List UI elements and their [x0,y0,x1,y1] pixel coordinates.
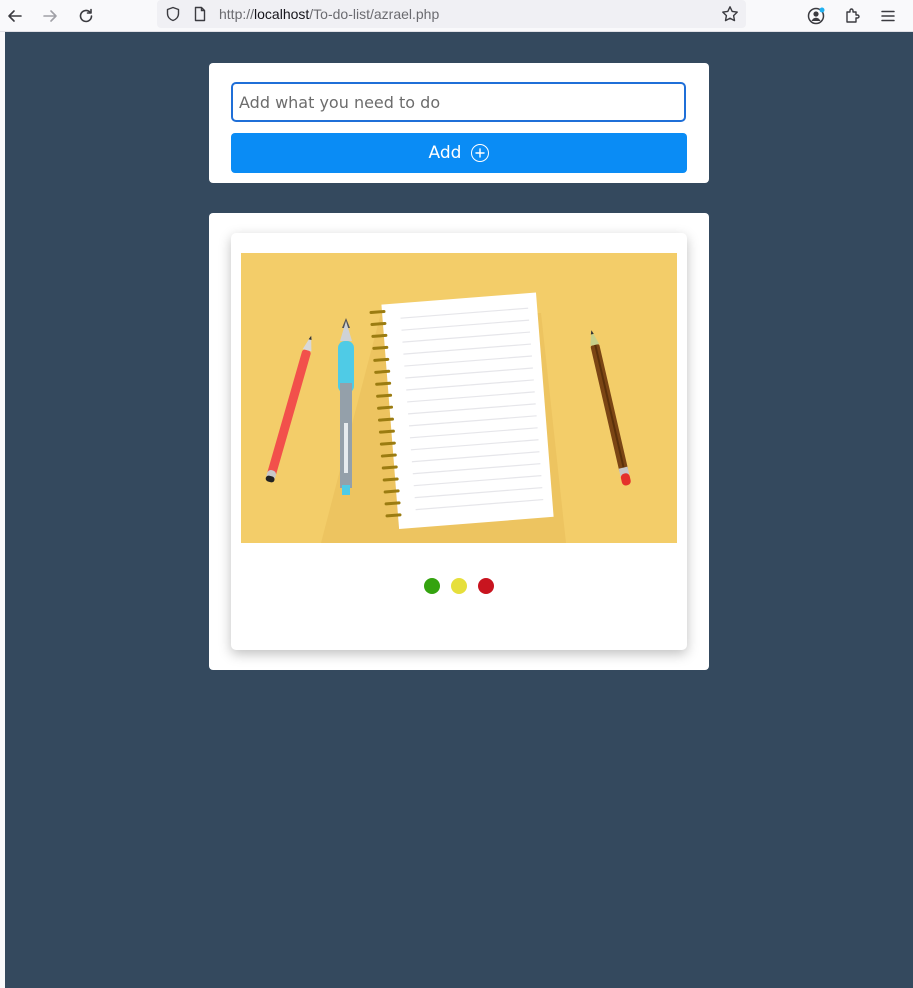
sidebar-edge [0,32,5,988]
red-dot[interactable] [478,578,494,594]
forward-arrow-icon[interactable] [37,3,63,29]
green-dot[interactable] [424,578,440,594]
url-scheme: http:// [219,6,255,22]
yellow-dot[interactable] [451,578,467,594]
reload-icon[interactable] [73,3,99,29]
plus-circle-icon [471,144,490,162]
url-text[interactable]: http://localhost/To-do-list/azrael.php [219,6,439,22]
status-dots [231,578,687,594]
browser-toolbar: http://localhost/To-do-list/azrael.php [0,0,913,32]
star-icon[interactable] [720,4,740,24]
notebook-illustration [241,253,677,543]
url-host: localhost [254,6,310,22]
url-path: /To-do-list/azrael.php [309,6,440,22]
back-arrow-icon[interactable] [2,3,28,29]
shield-icon[interactable] [163,4,183,24]
address-bar[interactable]: http://localhost/To-do-list/azrael.php [157,0,746,28]
account-icon[interactable] [803,3,829,29]
notebook-page [369,292,554,529]
add-button-label: Add [428,143,462,163]
extensions-icon[interactable] [839,3,865,29]
add-todo-card: Add [209,63,709,183]
menu-icon[interactable] [875,3,901,29]
page-icon[interactable] [190,4,210,24]
add-button[interactable]: Add [231,133,687,173]
todo-input[interactable] [231,82,686,122]
todo-list-card [209,213,709,670]
empty-state-panel [231,233,687,650]
blue-pen [338,318,354,495]
